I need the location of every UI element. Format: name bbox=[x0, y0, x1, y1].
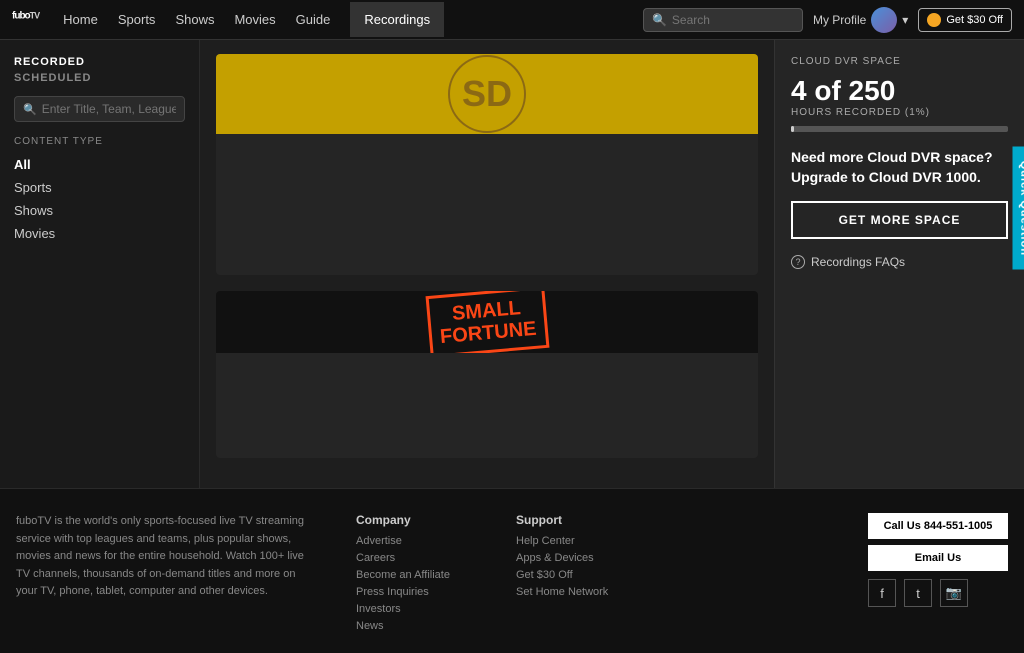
dvr-upsell-text: Need more Cloud DVR space? Upgrade to Cl… bbox=[791, 148, 1008, 187]
footer-about: fuboTV is the world's only sports-focuse… bbox=[16, 513, 316, 637]
avatar bbox=[871, 7, 897, 33]
recording-thumb-padres: SD bbox=[216, 54, 758, 134]
faq-label: Recordings FAQs bbox=[811, 255, 905, 269]
nav-sports[interactable]: Sports bbox=[118, 2, 156, 37]
nav-movies[interactable]: Movies bbox=[234, 2, 275, 37]
dvr-hours-label: HOURS RECORDED (1%) bbox=[791, 107, 1008, 118]
logo[interactable]: fuboTV bbox=[12, 7, 39, 33]
footer-careers[interactable]: Careers bbox=[356, 552, 476, 564]
search-icon: 🔍 bbox=[652, 13, 667, 27]
nav-recordings[interactable]: Recordings bbox=[350, 2, 444, 37]
get-more-space-button[interactable]: GET MORE SPACE bbox=[791, 201, 1008, 239]
footer-investors[interactable]: Investors bbox=[356, 603, 476, 615]
main-layout: RECORDED SCHEDULED 🔍 CONTENT TYPE All Sp… bbox=[0, 40, 1024, 488]
dvr-label: CLOUD DVR SPACE bbox=[791, 56, 1008, 67]
footer-apps-devices[interactable]: Apps & Devices bbox=[516, 552, 636, 564]
chevron-down-icon: ▾ bbox=[902, 13, 908, 27]
filter-movies[interactable]: Movies bbox=[14, 222, 185, 245]
recording-thumb-fortune: SMALLFORTUNE bbox=[216, 291, 758, 353]
recording-item[interactable]: SD San Diego Padres MLB Baseball 1 Game … bbox=[216, 54, 758, 275]
svg-text:SD: SD bbox=[462, 73, 512, 114]
footer-support-col: Support Help Center Apps & Devices Get $… bbox=[516, 513, 636, 637]
my-profile[interactable]: My Profile ▾ bbox=[813, 7, 908, 33]
footer-company-col: Company Advertise Careers Become an Affi… bbox=[356, 513, 476, 637]
filter-shows[interactable]: Shows bbox=[14, 199, 185, 222]
search-icon: 🔍 bbox=[23, 103, 37, 116]
footer-help-center[interactable]: Help Center bbox=[516, 535, 636, 547]
coin-icon bbox=[927, 13, 941, 27]
call-us-button[interactable]: Call Us 844-551-1005 bbox=[868, 513, 1008, 539]
email-us-button[interactable]: Email Us bbox=[868, 545, 1008, 571]
instagram-icon[interactable]: 📷 bbox=[940, 579, 968, 607]
search-input[interactable] bbox=[672, 13, 794, 27]
footer-news[interactable]: News bbox=[356, 620, 476, 632]
footer-get-off[interactable]: Get $30 Off bbox=[516, 569, 636, 581]
facebook-icon[interactable]: f bbox=[868, 579, 896, 607]
footer-home-network[interactable]: Set Home Network bbox=[516, 586, 636, 598]
dvr-panel: CLOUD DVR SPACE 4 of 250 HOURS RECORDED … bbox=[774, 40, 1024, 488]
my-profile-label: My Profile bbox=[813, 13, 866, 27]
dvr-progress-track bbox=[791, 126, 1008, 132]
get-off-button[interactable]: Get $30 Off bbox=[918, 8, 1012, 32]
social-icons: f t 📷 bbox=[868, 579, 1008, 607]
nav-home[interactable]: Home bbox=[63, 2, 98, 37]
quick-question-tab[interactable]: Quick Question bbox=[1012, 147, 1024, 270]
fortune-logo-text: SMALLFORTUNE bbox=[425, 291, 549, 353]
navigation: fuboTV Home Sports Shows Movies Guide Re… bbox=[0, 0, 1024, 40]
logo-super: TV bbox=[30, 10, 40, 20]
search-box[interactable]: 🔍 bbox=[643, 8, 803, 32]
footer-press[interactable]: Press Inquiries bbox=[356, 586, 476, 598]
footer-advertise[interactable]: Advertise bbox=[356, 535, 476, 547]
faq-link[interactable]: ? Recordings FAQs bbox=[791, 255, 1008, 269]
footer-company-title: Company bbox=[356, 513, 476, 527]
recorded-tab[interactable]: RECORDED bbox=[14, 56, 185, 68]
footer-affiliate[interactable]: Become an Affiliate bbox=[356, 569, 476, 581]
nav-guide[interactable]: Guide bbox=[296, 2, 331, 37]
dvr-count: 4 of 250 bbox=[791, 75, 1008, 107]
get-off-label: Get $30 Off bbox=[946, 14, 1003, 26]
filter-all[interactable]: All bbox=[14, 153, 185, 176]
logo-text: fubo bbox=[12, 10, 30, 21]
nav-right: 🔍 My Profile ▾ Get $30 Off bbox=[643, 7, 1012, 33]
footer: fuboTV is the world's only sports-focuse… bbox=[0, 488, 1024, 653]
recording-item[interactable]: SMALLFORTUNE Small Fortune 1 Episode | L… bbox=[216, 291, 758, 458]
sidebar-search-box[interactable]: 🔍 bbox=[14, 96, 185, 122]
footer-support-title: Support bbox=[516, 513, 636, 527]
scheduled-tab[interactable]: SCHEDULED bbox=[14, 72, 185, 84]
padres-logo-svg: SD bbox=[447, 54, 527, 134]
dvr-progress-fill bbox=[791, 126, 794, 132]
footer-contact: Call Us 844-551-1005 Email Us f t 📷 bbox=[868, 513, 1008, 637]
twitter-icon[interactable]: t bbox=[904, 579, 932, 607]
question-icon: ? bbox=[791, 255, 805, 269]
sidebar-search-input[interactable] bbox=[42, 102, 176, 116]
sidebar: RECORDED SCHEDULED 🔍 CONTENT TYPE All Sp… bbox=[0, 40, 200, 488]
nav-shows[interactable]: Shows bbox=[175, 2, 214, 37]
nav-links: Home Sports Shows Movies Guide Recording… bbox=[63, 2, 643, 37]
filter-sports[interactable]: Sports bbox=[14, 176, 185, 199]
content-type-label: CONTENT TYPE bbox=[14, 136, 185, 147]
recordings-content: SD San Diego Padres MLB Baseball 1 Game … bbox=[200, 40, 774, 488]
